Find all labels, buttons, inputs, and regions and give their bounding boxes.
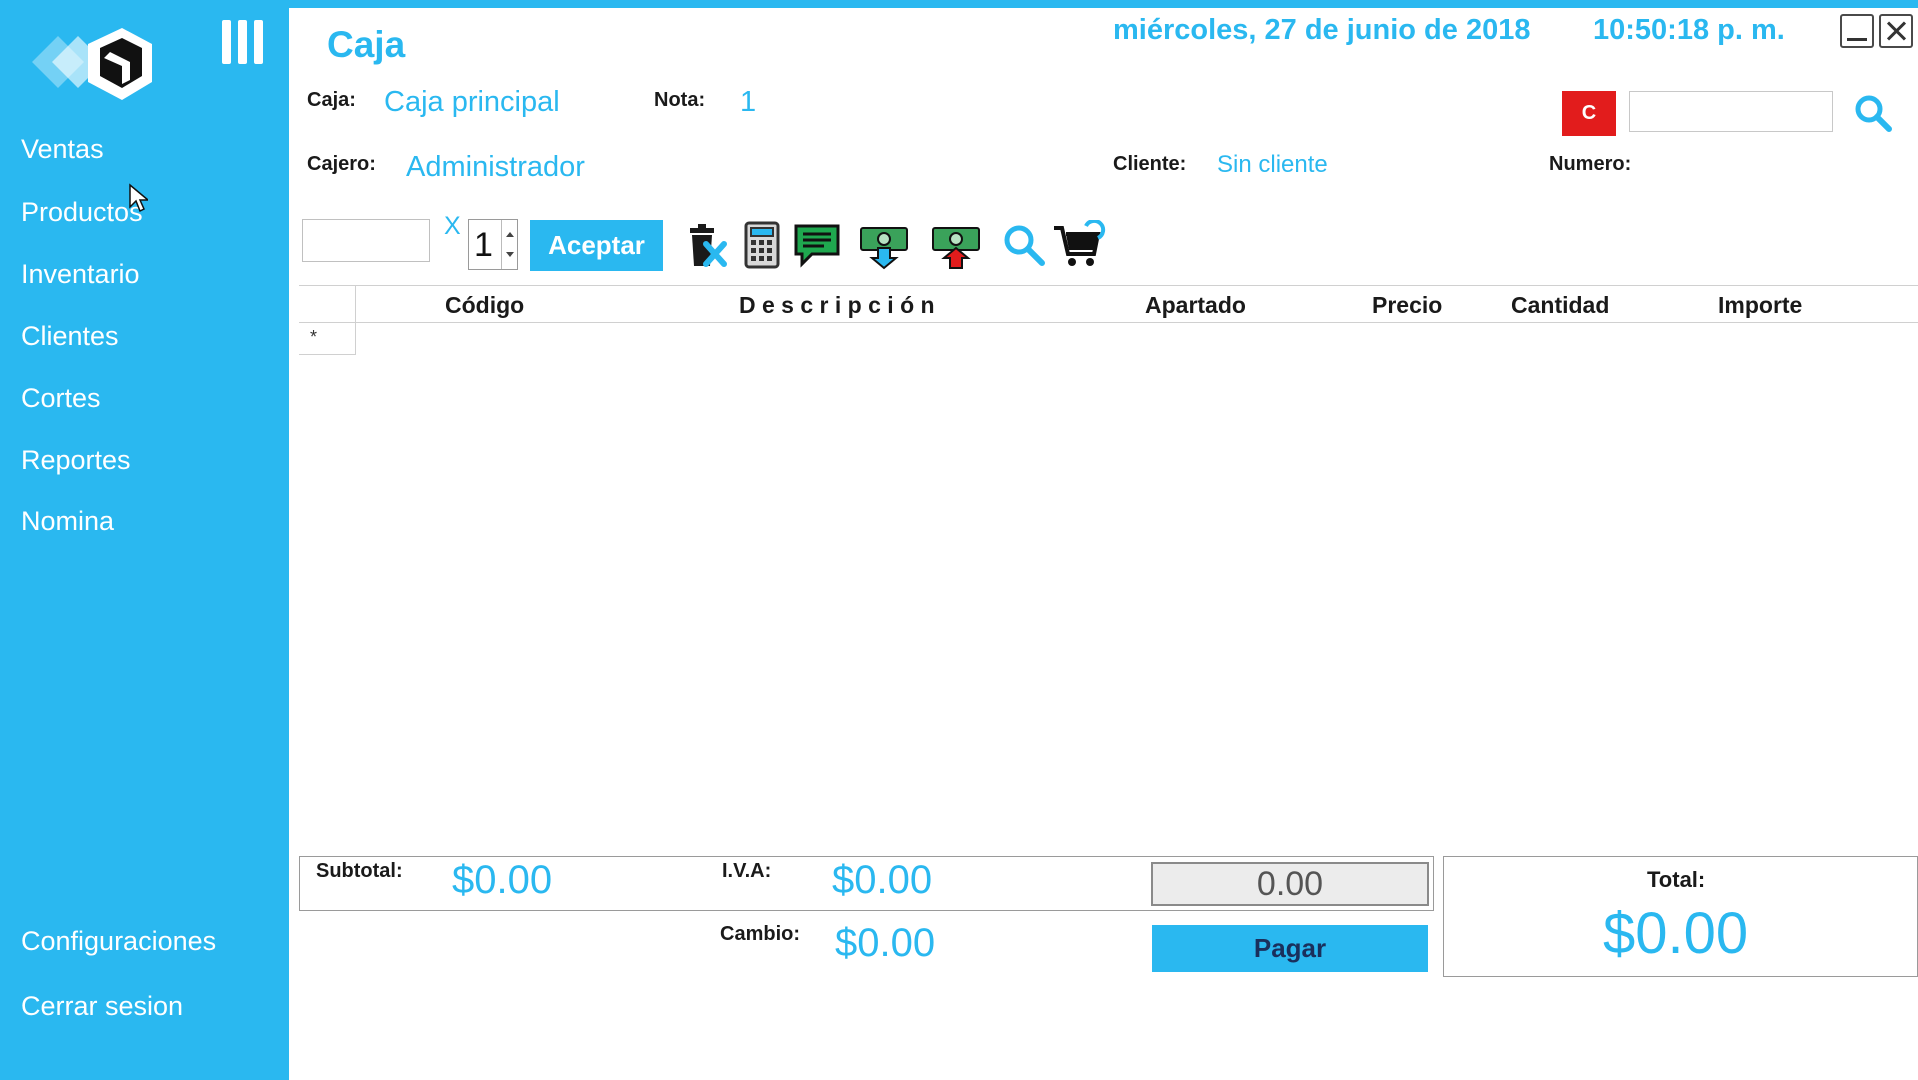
sidebar-item-ventas[interactable]: Ventas [21,134,104,165]
nota-value: 1 [740,86,757,118]
caja-label: Caja: [307,89,356,111]
nota-label: Nota: [654,89,706,111]
current-time: 10:50:18 p. m. [1593,14,1785,46]
mouse-cursor-icon [129,183,148,213]
page-title: Caja [327,24,406,65]
caja-value: Caja principal [384,86,560,118]
sidebar-item-inventario[interactable]: Inventario [21,259,140,290]
pos-window: Ventas Productos Inventario Clientes Cor… [0,0,1918,1080]
subtotal-label: Subtotal: [316,860,403,882]
menu-toggle-button[interactable] [222,20,268,66]
multiplier-label: X [444,212,461,240]
new-row-selector[interactable]: * [299,323,356,355]
grid-header: Código D e s c r i p c i ó n Apartado Pr… [299,285,1918,324]
cajero-value: Administrador [406,151,585,183]
iva-value: $0.00 [832,858,933,902]
column-descripcion[interactable]: D e s c r i p c i ó n [739,292,935,319]
cliente-value[interactable]: Sin cliente [1217,151,1328,179]
column-codigo[interactable]: Código [445,292,524,319]
search-icon[interactable] [1000,220,1050,270]
cart-icon[interactable] [1052,220,1106,270]
row-selector-header [299,286,356,324]
cash-in-icon[interactable] [858,220,912,270]
new-row-marker: * [310,327,318,347]
sidebar-item-productos[interactable]: Productos [21,197,143,228]
minimize-button[interactable] [1840,14,1874,48]
sidebar-item-configuraciones[interactable]: Configuraciones [21,926,216,957]
cambio-value: $0.00 [835,921,936,965]
product-code-input[interactable] [302,219,430,262]
quantity-value[interactable]: 1 [474,226,493,265]
client-c-button[interactable]: C [1562,91,1616,136]
search-icon[interactable] [1852,92,1894,134]
decrement-icon[interactable] [506,252,514,257]
sales-grid[interactable]: Código D e s c r i p c i ó n Apartado Pr… [299,285,1918,856]
numero-label: Numero: [1549,153,1632,175]
cash-out-icon[interactable] [930,220,984,270]
quantity-stepper[interactable]: 1 [468,219,518,270]
calculator-icon[interactable] [737,220,787,270]
menu-bar [238,20,247,64]
current-date: miércoles, 27 de junio de 2018 [1113,14,1531,46]
menu-bar [254,20,263,64]
iva-label: I.V.A: [722,860,772,882]
comment-icon[interactable] [792,220,842,270]
column-cantidad[interactable]: Cantidad [1511,292,1609,319]
app-logo-icon [32,28,152,100]
column-apartado[interactable]: Apartado [1145,292,1246,319]
accept-button[interactable]: Aceptar [530,220,663,271]
pay-button[interactable]: Pagar [1152,925,1428,972]
cliente-label: Cliente: [1113,153,1187,175]
sidebar-item-cerrar-sesion[interactable]: Cerrar sesion [21,991,183,1022]
total-label: Total: [1647,867,1706,892]
column-importe[interactable]: Importe [1718,292,1802,319]
increment-icon[interactable] [506,232,514,237]
total-value: $0.00 [1603,901,1749,966]
sidebar-item-cortes[interactable]: Cortes [21,383,101,414]
sidebar-item-reportes[interactable]: Reportes [21,445,131,476]
column-precio[interactable]: Precio [1372,292,1442,319]
delete-item-icon[interactable] [680,220,730,270]
quantity-spin [501,220,517,269]
close-button[interactable] [1879,14,1913,48]
sidebar-item-nomina[interactable]: Nomina [21,506,114,537]
sidebar-item-clientes[interactable]: Clientes [21,321,119,352]
sidebar: Ventas Productos Inventario Clientes Cor… [0,0,289,1080]
payment-amount-field[interactable]: 0.00 [1151,862,1429,906]
menu-bar [222,20,231,64]
subtotal-value: $0.00 [452,858,553,902]
cambio-label: Cambio: [720,923,800,945]
cajero-label: Cajero: [307,153,376,175]
search-input[interactable] [1629,91,1833,132]
top-accent-bar [289,0,1918,8]
